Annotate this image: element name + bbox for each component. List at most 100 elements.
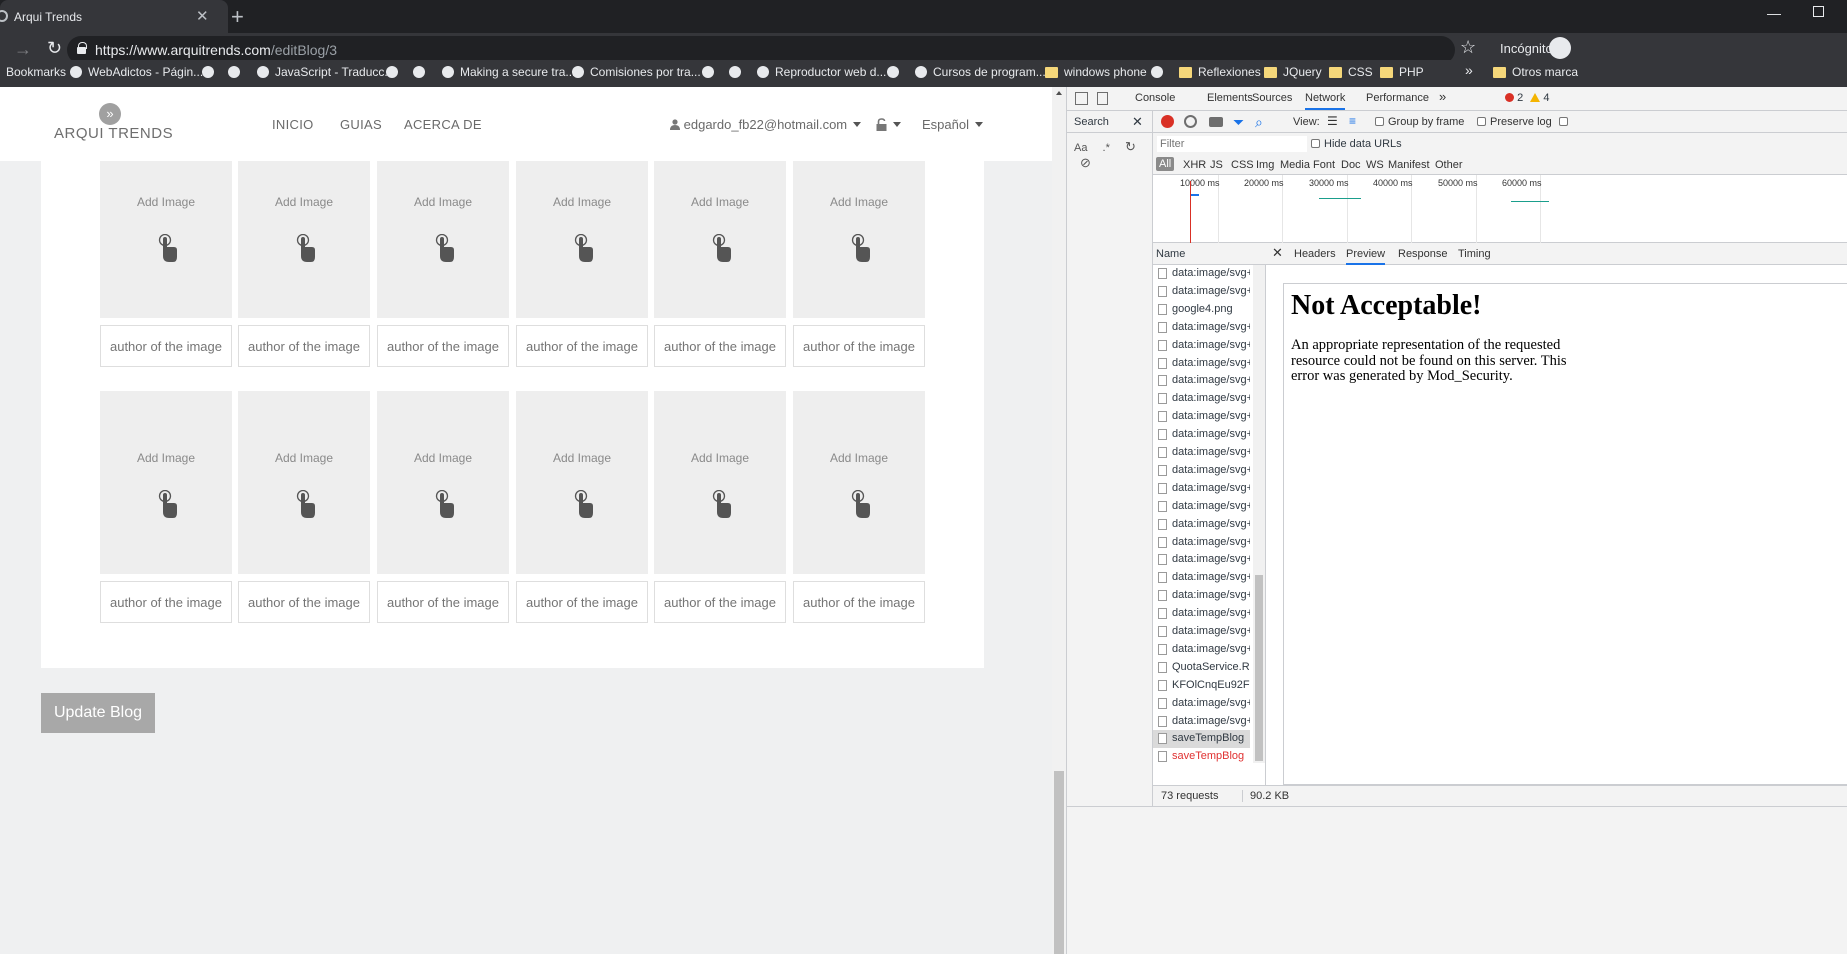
scrollbar-thumb[interactable] bbox=[1054, 771, 1064, 954]
request-row[interactable]: data:image/svg+... bbox=[1153, 605, 1250, 623]
scrollbar-thumb[interactable] bbox=[1255, 575, 1263, 761]
nav-inicio[interactable]: INICIO bbox=[272, 117, 314, 132]
type-filter-img[interactable]: Img bbox=[1256, 159, 1274, 171]
regex-toggle[interactable]: .* bbox=[1103, 142, 1110, 154]
add-image-dropzone[interactable]: Add Image bbox=[793, 391, 925, 574]
request-row[interactable]: data:image/svg+... bbox=[1153, 462, 1250, 480]
request-row[interactable]: data:image/svg+... bbox=[1153, 569, 1250, 587]
request-row[interactable]: data:image/svg+... bbox=[1153, 713, 1250, 731]
add-image-dropzone[interactable]: Add Image bbox=[100, 161, 232, 318]
type-filter-js[interactable]: JS bbox=[1210, 159, 1223, 171]
waterfall-view-icon[interactable]: ≡ bbox=[1349, 114, 1356, 128]
clear-log-icon[interactable] bbox=[1184, 115, 1197, 128]
devtools-tab-network[interactable]: Network bbox=[1305, 92, 1346, 110]
reload-icon[interactable]: ↻ bbox=[47, 38, 62, 59]
author-input[interactable] bbox=[793, 325, 925, 367]
bookmark-item[interactable] bbox=[729, 65, 747, 79]
add-image-dropzone[interactable]: Add Image bbox=[377, 391, 509, 574]
request-list-scrollbar[interactable] bbox=[1253, 265, 1265, 763]
devtools-tab-elements[interactable]: Elements bbox=[1207, 92, 1253, 104]
group-by-frame-checkbox[interactable]: Group by frame bbox=[1375, 116, 1464, 128]
bookmark-folder[interactable]: windows phone bbox=[1045, 65, 1147, 79]
bookmark-folder[interactable]: JQuery bbox=[1264, 65, 1322, 79]
bookmark-item[interactable]: WebAdictos - Págin... bbox=[70, 65, 203, 79]
request-row[interactable]: data:image/svg+... bbox=[1153, 534, 1250, 552]
bookmark-item[interactable]: Reproductor web d... bbox=[757, 65, 886, 79]
bookmark-item[interactable]: Bookmarks bbox=[6, 65, 66, 79]
author-input[interactable] bbox=[516, 325, 648, 367]
type-filter-other[interactable]: Other bbox=[1435, 159, 1463, 171]
lock-menu[interactable] bbox=[876, 116, 901, 132]
type-filter-xhr[interactable]: XHR bbox=[1183, 159, 1206, 171]
request-row[interactable]: data:image/svg+... bbox=[1153, 641, 1250, 659]
name-column-header[interactable]: Name bbox=[1153, 243, 1266, 265]
request-row[interactable]: data:image/svg+... bbox=[1153, 319, 1250, 337]
add-image-dropzone[interactable]: Add Image bbox=[654, 161, 786, 318]
devtools-tabs-overflow[interactable]: » bbox=[1439, 89, 1446, 104]
request-row[interactable]: saveTempBlog bbox=[1153, 748, 1250, 766]
author-input[interactable] bbox=[238, 581, 370, 623]
back-arrow-icon[interactable]: → bbox=[14, 39, 32, 60]
author-input[interactable] bbox=[100, 325, 232, 367]
author-input[interactable] bbox=[793, 581, 925, 623]
new-tab-icon[interactable]: + bbox=[231, 4, 244, 30]
add-image-dropzone[interactable]: Add Image bbox=[100, 391, 232, 574]
filter-icon[interactable]: ⏷ bbox=[1233, 114, 1244, 131]
add-image-dropzone[interactable]: Add Image bbox=[516, 161, 648, 318]
request-row[interactable]: data:image/svg+... bbox=[1153, 265, 1250, 283]
bookmark-item[interactable] bbox=[702, 65, 720, 79]
type-filter-ws[interactable]: WS bbox=[1366, 159, 1384, 171]
type-filter-all[interactable]: All bbox=[1156, 157, 1175, 171]
devtools-tab-performance[interactable]: Performance bbox=[1366, 92, 1429, 104]
language-menu[interactable]: Español bbox=[922, 117, 983, 132]
detail-tab-timing[interactable]: Timing bbox=[1458, 248, 1491, 260]
add-image-dropzone[interactable]: Add Image bbox=[377, 161, 509, 318]
bookmark-item[interactable]: Cursos de program... bbox=[915, 65, 1046, 79]
request-row[interactable]: data:image/svg+... bbox=[1153, 444, 1250, 462]
preserve-log-checkbox[interactable]: Preserve log bbox=[1477, 116, 1552, 128]
scroll-up-icon[interactable] bbox=[1056, 91, 1062, 95]
request-row[interactable]: data:image/svg+... bbox=[1153, 623, 1250, 641]
add-image-dropzone[interactable]: Add Image bbox=[238, 161, 370, 318]
filter-input[interactable] bbox=[1157, 136, 1307, 152]
bookmark-item[interactable]: Comisiones por tra... bbox=[572, 65, 701, 79]
bookmark-folder[interactable]: Otros marca bbox=[1493, 65, 1578, 79]
type-filter-doc[interactable]: Doc bbox=[1341, 159, 1361, 171]
devtools-tab-console[interactable]: Console bbox=[1135, 92, 1175, 104]
author-input[interactable] bbox=[654, 581, 786, 623]
request-row[interactable]: saveTempBlog bbox=[1153, 730, 1250, 749]
browser-tab[interactable]: Arqui Trends ✕ bbox=[0, 0, 228, 33]
type-filter-font[interactable]: Font bbox=[1313, 159, 1335, 171]
close-detail-icon[interactable]: ✕ bbox=[1272, 245, 1283, 261]
request-row[interactable]: data:image/svg+... bbox=[1153, 426, 1250, 444]
author-input[interactable] bbox=[516, 581, 648, 623]
request-row[interactable]: data:image/svg+... bbox=[1153, 283, 1250, 301]
request-row[interactable]: data:image/svg+... bbox=[1153, 390, 1250, 408]
author-input[interactable] bbox=[654, 325, 786, 367]
author-input[interactable] bbox=[238, 325, 370, 367]
hide-data-urls-checkbox[interactable]: Hide data URLs bbox=[1311, 138, 1402, 150]
request-row[interactable]: data:image/svg+... bbox=[1153, 372, 1250, 390]
bookmark-item[interactable] bbox=[887, 65, 905, 79]
window-minimize-icon[interactable]: — bbox=[1767, 5, 1781, 21]
request-row[interactable]: data:image/svg+... bbox=[1153, 355, 1250, 373]
request-row[interactable]: data:image/svg+... bbox=[1153, 498, 1250, 516]
tab-close-icon[interactable]: ✕ bbox=[196, 7, 209, 25]
devtools-issue-counter[interactable]: 2 4 bbox=[1505, 92, 1549, 104]
type-filter-media[interactable]: Media bbox=[1280, 159, 1310, 171]
disable-cache-checkbox[interactable] bbox=[1559, 116, 1572, 128]
logo-text[interactable]: ARQUI TRENDS bbox=[54, 125, 173, 142]
bookmark-item[interactable]: Making a secure tra... bbox=[442, 65, 575, 79]
nav-guias[interactable]: GUIAS bbox=[340, 117, 382, 132]
bookmark-item[interactable] bbox=[413, 65, 431, 79]
bookmark-item[interactable] bbox=[228, 65, 246, 79]
request-row[interactable]: data:image/svg+... bbox=[1153, 587, 1250, 605]
request-row[interactable]: data:image/svg+... bbox=[1153, 337, 1250, 355]
request-row[interactable]: data:image/svg+... bbox=[1153, 480, 1250, 498]
request-row[interactable]: data:image/svg+... bbox=[1153, 551, 1250, 569]
large-rows-icon[interactable]: ☰ bbox=[1327, 114, 1338, 128]
bookmark-folder[interactable]: CSS bbox=[1329, 65, 1373, 79]
add-image-dropzone[interactable]: Add Image bbox=[793, 161, 925, 318]
close-search-icon[interactable]: ✕ bbox=[1132, 114, 1143, 130]
detail-tab-headers[interactable]: Headers bbox=[1294, 248, 1336, 260]
